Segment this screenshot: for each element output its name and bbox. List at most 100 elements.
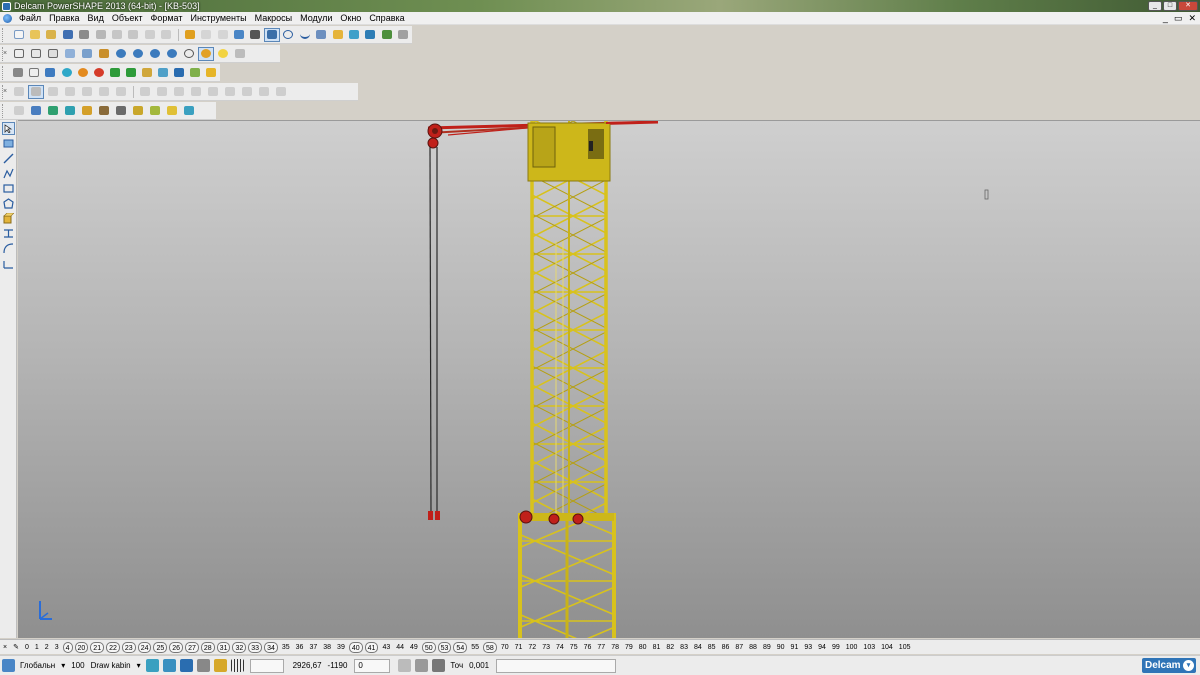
level-54[interactable]: 54 [453,641,468,653]
wizard-icon[interactable] [396,28,411,42]
menu-file[interactable]: Файл [15,13,45,23]
repeat-icon[interactable] [215,28,230,42]
cut-icon[interactable] [93,28,108,42]
scale-icon[interactable] [62,85,78,99]
level-73[interactable]: 73 [539,642,553,653]
group-icon[interactable] [239,85,255,99]
zoom-fit-icon[interactable] [147,47,163,61]
menu-edit[interactable]: Правка [45,13,83,23]
surface-icon[interactable] [363,28,378,42]
level-4[interactable]: 4 [62,641,73,653]
layer-icon[interactable] [273,85,289,99]
level-53[interactable]: 53 [437,641,452,653]
level-26[interactable]: 26 [169,641,184,653]
level-25[interactable]: 25 [153,641,168,653]
text-icon[interactable] [313,28,328,42]
level-40[interactable]: 40 [348,641,363,653]
level-23[interactable]: 23 [121,641,136,653]
level-49[interactable]: 49 [407,642,421,653]
level-85[interactable]: 85 [705,642,719,653]
find-icon[interactable] [231,28,246,42]
menu-format[interactable]: Формат [147,13,187,23]
level-31[interactable]: 31 [216,641,231,653]
level-33[interactable]: 33 [248,641,263,653]
line-tool-icon[interactable] [2,152,15,165]
transform-icon[interactable] [204,66,219,80]
calculator-icon[interactable] [415,659,429,672]
curve-icon[interactable] [297,28,312,42]
delete-icon[interactable] [159,28,174,42]
dimension-tool-icon[interactable] [2,227,15,240]
maximize-button[interactable]: □ [1163,1,1177,11]
doc-restore-button[interactable]: ▭ [1174,13,1183,24]
level-71[interactable]: 71 [512,642,526,653]
level-44[interactable]: 44 [393,642,407,653]
level-43[interactable]: 43 [379,642,393,653]
ungroup-icon[interactable] [256,85,272,99]
zoom-in-icon[interactable] [113,47,129,61]
menu-macros[interactable]: Макросы [251,13,297,23]
circle-icon[interactable] [281,28,296,42]
forward-icon[interactable] [123,66,138,80]
level-dropdown-icon[interactable]: ▾ [134,659,144,673]
level-50[interactable]: 50 [421,641,436,653]
graphics-viewport[interactable] [18,120,1200,638]
copy-obj-icon[interactable] [96,85,112,99]
feature2-icon[interactable] [62,104,78,118]
workplane-dropdown-icon[interactable]: ▾ [58,659,68,673]
level-78[interactable]: 78 [608,642,622,653]
extend-icon[interactable] [154,85,170,99]
solid-status-icon[interactable] [179,659,193,672]
arc-tool-icon[interactable] [2,242,15,255]
shaded-icon[interactable] [198,46,214,61]
view-top-icon[interactable] [11,47,27,61]
level-edit-icon[interactable]: ✎ [10,642,22,653]
split-icon[interactable] [171,85,187,99]
menu-window[interactable]: Окно [336,13,365,23]
minimize-button[interactable]: _ [1148,1,1162,11]
sphere-blue-icon[interactable] [59,66,74,80]
level-84[interactable]: 84 [691,642,705,653]
level-88[interactable]: 88 [746,642,760,653]
level-2[interactable]: 2 [42,642,52,653]
doc-status-icon[interactable] [196,659,210,672]
level-90[interactable]: 90 [774,642,788,653]
level-70[interactable]: 70 [498,642,512,653]
level-22[interactable]: 22 [106,641,120,653]
workplane-select[interactable]: Глобальн [17,659,58,673]
level-37[interactable]: 37 [306,642,320,653]
rib-icon[interactable] [147,104,163,118]
undo-icon[interactable] [182,28,197,42]
polygon-tool-icon[interactable] [2,197,15,210]
open-model-icon[interactable] [44,28,59,42]
level-100[interactable]: 100 [843,642,861,653]
menu-object[interactable]: Объект [108,13,147,23]
zoom-out-icon[interactable] [130,47,146,61]
level-105[interactable]: 105 [896,642,914,653]
shell-icon[interactable] [11,104,27,118]
solid-tool-icon[interactable] [2,212,15,225]
coord-x[interactable]: 2926,67 [290,659,325,673]
level-36[interactable]: 36 [293,642,307,653]
level-72[interactable]: 72 [525,642,539,653]
box-icon[interactable] [139,66,154,80]
level-93[interactable]: 93 [801,642,815,653]
level-27[interactable]: 27 [185,641,199,653]
tolerance-icon[interactable] [432,659,446,672]
level-86[interactable]: 86 [719,642,733,653]
delcam-logo[interactable]: Delcam ▾ [1142,658,1196,673]
level-91[interactable]: 91 [788,642,802,653]
doc-close-button[interactable]: ✕ [1188,13,1196,24]
toolbar-grip-3[interactable] [2,103,8,118]
blend-icon[interactable] [222,85,238,99]
measure-icon[interactable] [248,28,263,42]
snap-icon[interactable] [213,659,227,672]
document-icon[interactable] [3,13,12,23]
view-iso2-icon[interactable] [79,47,95,61]
brush-icon[interactable] [142,28,157,42]
print-icon[interactable] [77,28,92,42]
level-32[interactable]: 32 [232,641,247,653]
level-81[interactable]: 81 [650,642,664,653]
rotate-icon[interactable] [96,47,112,61]
menu-view[interactable]: Вид [84,13,108,23]
